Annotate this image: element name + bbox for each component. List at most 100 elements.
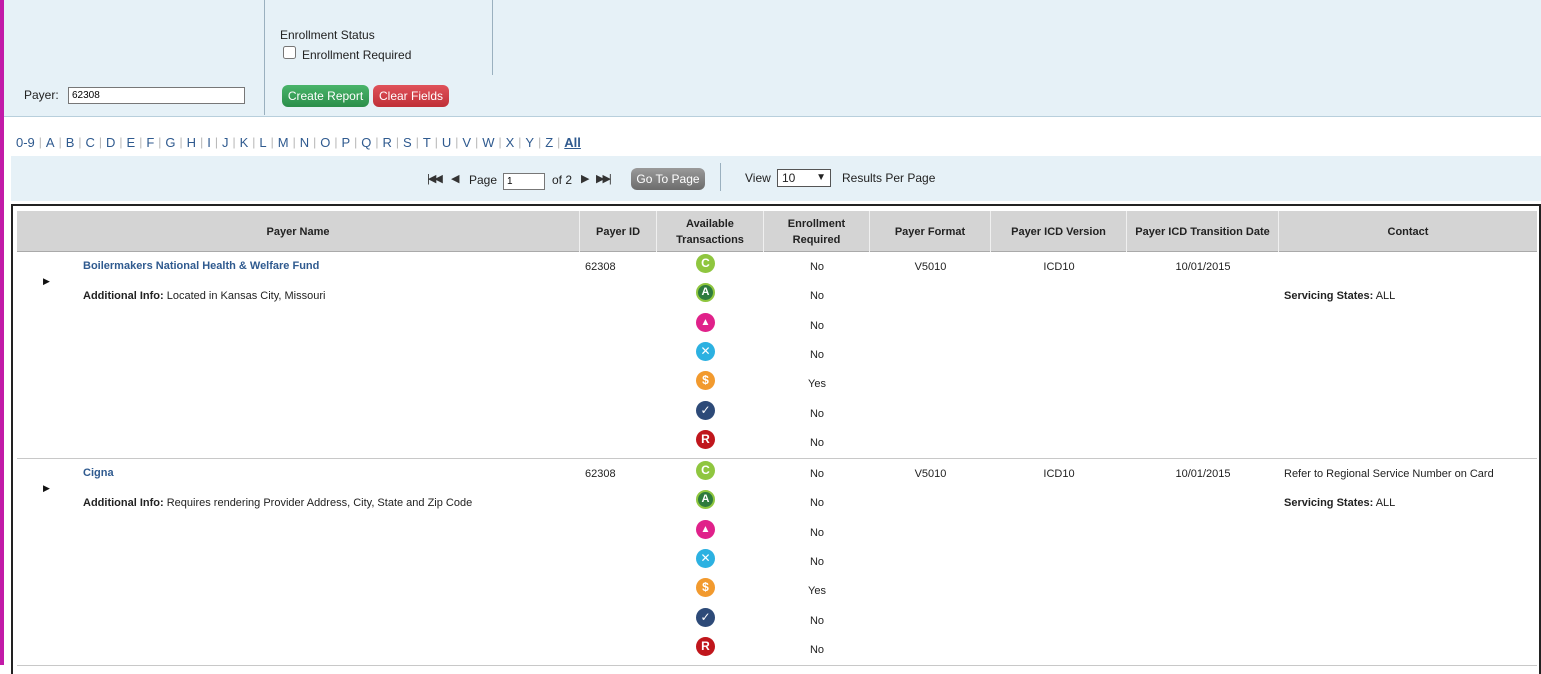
- first-page-icon[interactable]: |◀◀: [427, 172, 443, 185]
- referral-icon[interactable]: ▲: [696, 520, 715, 539]
- last-page-icon[interactable]: ▶▶|: [596, 172, 612, 185]
- claim-status-icon[interactable]: ✕: [696, 342, 715, 361]
- alpha-link-d[interactable]: D: [102, 135, 119, 150]
- column-payer-icd-transition-date[interactable]: Payer ICD Transition Date: [1127, 211, 1279, 252]
- enrollment-required-value: No: [809, 320, 825, 332]
- alpha-filter-item: | J: [215, 135, 233, 150]
- alpha-link-p[interactable]: P: [337, 135, 354, 150]
- column-payer-name[interactable]: Payer Name: [17, 211, 580, 252]
- alpha-link-z[interactable]: Z: [541, 135, 557, 150]
- payer-name-link[interactable]: Boilermakers National Health & Welfare F…: [83, 260, 319, 272]
- column-payer-id[interactable]: Payer ID: [580, 211, 657, 252]
- additional-info: Additional Info: Requires rendering Prov…: [83, 497, 472, 509]
- enrollment-required-value: No: [809, 408, 825, 420]
- expand-row-icon[interactable]: ▶: [43, 276, 50, 287]
- payer-format: V5010: [914, 261, 947, 273]
- alpha-link-c[interactable]: C: [82, 135, 99, 150]
- alpha-link-v[interactable]: V: [458, 135, 475, 150]
- alpha-link-j[interactable]: J: [218, 135, 233, 150]
- alpha-link-n[interactable]: N: [296, 135, 313, 150]
- alpha-link-q[interactable]: Q: [357, 135, 375, 150]
- alpha-link-a[interactable]: A: [42, 135, 59, 150]
- alpha-link-g[interactable]: G: [161, 135, 179, 150]
- alpha-link-all[interactable]: All: [560, 135, 585, 150]
- create-report-button[interactable]: Create Report: [282, 85, 369, 107]
- alpha-link-b[interactable]: B: [62, 135, 79, 150]
- expand-row-icon[interactable]: ▶: [43, 483, 50, 494]
- payer-id: 62308: [585, 261, 616, 273]
- alpha-filter-item: | V: [455, 135, 475, 150]
- verification-icon[interactable]: ✓: [696, 401, 715, 420]
- eligibility-icon[interactable]: A: [696, 490, 715, 509]
- alpha-filter-item: 0-9: [12, 135, 39, 150]
- servicing-states: Servicing States: ALL: [1284, 497, 1395, 509]
- column-payer-icd-version[interactable]: Payer ICD Version: [991, 211, 1127, 252]
- enrollment-required-value: No: [809, 468, 825, 480]
- referral-icon[interactable]: ▲: [696, 313, 715, 332]
- alpha-link-h[interactable]: H: [183, 135, 200, 150]
- clear-fields-button[interactable]: Clear Fields: [373, 85, 449, 107]
- alpha-link-f[interactable]: F: [142, 135, 158, 150]
- alpha-link-t[interactable]: T: [419, 135, 435, 150]
- enrollment-required-checkbox[interactable]: [283, 46, 296, 59]
- column-contact[interactable]: Contact: [1279, 211, 1537, 252]
- alpha-filter-item: | K: [232, 135, 252, 150]
- alpha-link-i[interactable]: I: [203, 135, 215, 150]
- alpha-link-x[interactable]: X: [502, 135, 519, 150]
- results-per-page-select[interactable]: 10 ▼: [777, 169, 831, 187]
- alpha-link-r[interactable]: R: [379, 135, 396, 150]
- payer-format: V5010: [914, 468, 947, 480]
- enrollment-status-title: Enrollment Status: [280, 28, 375, 42]
- alpha-filter-item: | I: [200, 135, 215, 150]
- alpha-filter-item: | C: [78, 135, 99, 150]
- alpha-filter-item: | A: [39, 135, 59, 150]
- claims-icon[interactable]: C: [696, 254, 715, 273]
- enrollment-required-value: Yes: [808, 378, 826, 390]
- page-count: of 2: [552, 173, 573, 187]
- results-per-page-label: Results Per Page: [842, 171, 936, 185]
- alphabet-filter: 0-9 | A | B | C | D | E | F | G | H | I | J | K | L | M | N | O | P | Q | R |…: [12, 133, 585, 151]
- chevron-down-icon: ▼: [816, 172, 826, 183]
- pager-divider: [720, 163, 721, 191]
- alpha-link-l[interactable]: L: [255, 135, 270, 150]
- enrollment-required-value: No: [809, 644, 825, 656]
- alpha-link-y[interactable]: Y: [521, 135, 538, 150]
- alpha-filter-item: | T: [416, 135, 435, 150]
- claims-icon[interactable]: C: [696, 461, 715, 480]
- alpha-link-o[interactable]: O: [316, 135, 334, 150]
- payer-icd-version: ICD10: [1043, 261, 1075, 273]
- servicing-states-label: Servicing States:: [1284, 290, 1374, 302]
- alpha-link-e[interactable]: E: [123, 135, 140, 150]
- next-page-icon[interactable]: ▶: [581, 172, 590, 185]
- remittance-icon[interactable]: $: [696, 371, 715, 390]
- registration-icon[interactable]: R: [696, 637, 715, 656]
- column-payer-format[interactable]: Payer Format: [870, 211, 991, 252]
- payer-input[interactable]: [68, 87, 245, 104]
- alpha-link-k[interactable]: K: [236, 135, 253, 150]
- alpha-link-u[interactable]: U: [438, 135, 455, 150]
- column-enrollment-required[interactable]: Enrollment Required: [764, 211, 870, 252]
- payer-name-link[interactable]: Cigna: [83, 467, 114, 479]
- claim-status-icon[interactable]: ✕: [696, 549, 715, 568]
- alpha-link-s[interactable]: S: [399, 135, 416, 150]
- registration-icon[interactable]: R: [696, 430, 715, 449]
- previous-page-icon[interactable]: ◀: [451, 172, 460, 185]
- enrollment-required-value: No: [809, 556, 825, 568]
- additional-info-text: Located in Kansas City, Missouri: [163, 290, 326, 302]
- table-header: Payer Name Payer ID Available Transaction…: [17, 211, 1537, 252]
- servicing-states-value: ALL: [1373, 290, 1396, 302]
- alpha-link-0-9[interactable]: 0-9: [12, 135, 39, 150]
- remittance-icon[interactable]: $: [696, 578, 715, 597]
- alpha-link-m[interactable]: M: [274, 135, 293, 150]
- alpha-filter-item: | B: [59, 135, 79, 150]
- verification-icon[interactable]: ✓: [696, 608, 715, 627]
- eligibility-icon[interactable]: A: [696, 283, 715, 302]
- go-to-page-button[interactable]: Go To Page: [631, 168, 705, 190]
- column-available-transactions[interactable]: Available Transactions: [657, 211, 764, 252]
- results-table: Payer Name Payer ID Available Transaction…: [11, 204, 1541, 674]
- alpha-filter-item: | S: [396, 135, 416, 150]
- alpha-filter-item: | Z: [538, 135, 557, 150]
- results-per-page-value: 10: [782, 171, 796, 185]
- alpha-link-w[interactable]: W: [478, 135, 498, 150]
- page-number-input[interactable]: [503, 173, 545, 190]
